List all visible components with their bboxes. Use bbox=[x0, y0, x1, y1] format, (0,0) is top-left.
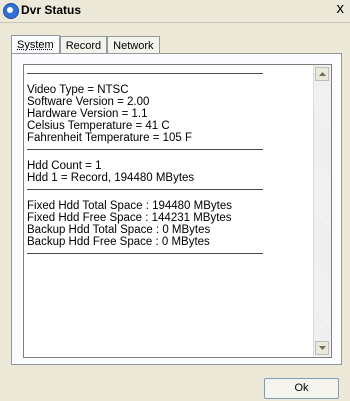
hdd-count-line: Hdd Count = 1 bbox=[27, 160, 102, 172]
close-button[interactable]: x bbox=[337, 0, 345, 18]
status-content: Video Type = NTSC Software Version = 2.0… bbox=[27, 69, 309, 353]
hardware-version-line: Hardware Version = 1.1 bbox=[27, 108, 148, 120]
separator bbox=[27, 253, 263, 254]
separator bbox=[27, 73, 263, 74]
backup-hdd-total-line: Backup Hdd Total Space : 0 MBytes bbox=[27, 224, 211, 236]
fixed-hdd-total-line: Fixed Hdd Total Space : 194480 MBytes bbox=[27, 200, 232, 212]
video-type-line: Video Type = NTSC bbox=[27, 84, 129, 96]
arrow-down-icon bbox=[319, 346, 326, 350]
tab-record[interactable]: Record bbox=[59, 36, 108, 54]
fahrenheit-temperature-line: Fahrenheit Temperature = 105 F bbox=[27, 132, 193, 144]
vertical-scrollbar[interactable] bbox=[313, 65, 331, 357]
tab-network[interactable]: Network bbox=[107, 36, 160, 54]
scroll-down-button[interactable] bbox=[315, 341, 329, 355]
celsius-temperature-line: Celsius Temperature = 41 C bbox=[27, 120, 170, 132]
software-version-line: Software Version = 2.00 bbox=[27, 96, 150, 108]
separator bbox=[27, 149, 263, 150]
tab-panel: Video Type = NTSC Software Version = 2.0… bbox=[11, 53, 342, 365]
tab-system[interactable]: System bbox=[11, 35, 60, 55]
hdd-1-line: Hdd 1 = Record, 194480 MBytes bbox=[27, 172, 195, 184]
tab-strip: System Record Network bbox=[11, 35, 160, 55]
scroll-up-button[interactable] bbox=[315, 67, 329, 81]
arrow-up-icon bbox=[319, 72, 326, 76]
fixed-hdd-free-line: Fixed Hdd Free Space : 144231 MBytes bbox=[27, 212, 232, 224]
ok-button[interactable]: Ok bbox=[264, 378, 339, 399]
backup-hdd-free-line: Backup Hdd Free Space : 0 MBytes bbox=[27, 236, 210, 248]
dvr-app-icon bbox=[3, 3, 19, 19]
title-bar: Dvr Status x bbox=[0, 0, 350, 23]
window-title: Dvr Status bbox=[21, 3, 82, 17]
separator bbox=[27, 189, 263, 190]
status-listbox[interactable]: Video Type = NTSC Software Version = 2.0… bbox=[23, 64, 332, 358]
